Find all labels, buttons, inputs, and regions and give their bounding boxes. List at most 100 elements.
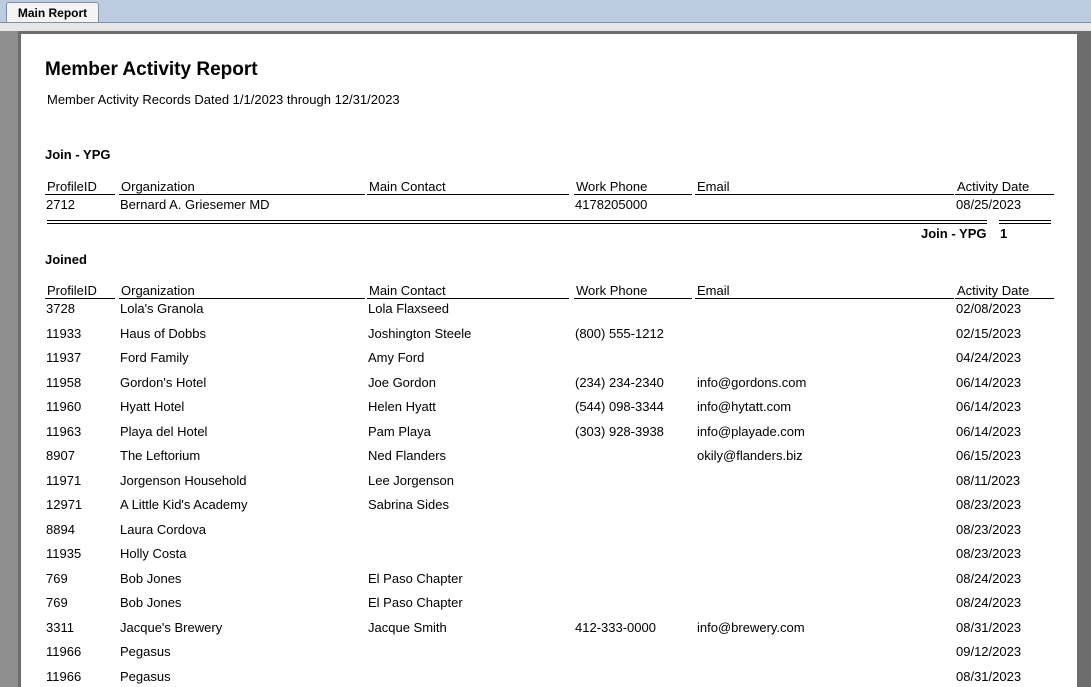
table-row: 12971 A Little Kid's Academy Sabrina Sides…	[21, 497, 1077, 521]
cell-organization: Bob Jones	[120, 595, 182, 610]
cell-profileid: 12971	[46, 497, 83, 512]
table-row: 11937 Ford Family Amy Ford 04/24/2023	[21, 350, 1077, 374]
cell-main-contact: Ned Flanders	[368, 448, 447, 463]
report-subtitle: Member Activity Records Dated 1/1/2023 t…	[47, 92, 400, 107]
report-page: Member Activity Report Member Activity R…	[21, 34, 1077, 687]
col-header-organization: Organization	[119, 283, 365, 299]
cell-email: info@playade.com	[697, 423, 805, 439]
group1-total-count: 1	[1000, 226, 1008, 241]
table-row: 3728 Lola's Granola Lola Flaxseed 02/08/202…	[21, 301, 1077, 325]
col-header-main-contact: Main Contact	[367, 283, 569, 299]
cell-activity-date: 06/14/2023	[956, 399, 1022, 414]
table-row: 8907 The Leftorium Ned Flanders okily@fland…	[21, 448, 1077, 472]
cell-organization: Laura Cordova	[120, 521, 206, 537]
cell-organization: Gordon's Hotel	[120, 374, 207, 390]
table-row: 8894 Laura Cordova 08/23/2023	[21, 522, 1077, 546]
cell-profileid: 3728	[46, 301, 75, 316]
cell-activity-date: 06/14/2023	[956, 374, 1022, 390]
col-header-email: Email	[695, 179, 954, 195]
table-row: 2712 Bernard A. Griesemer MD 4178205000 08/…	[21, 197, 1077, 221]
cell-profileid: 11966	[46, 668, 82, 684]
table-row: 11960 Hyatt Hotel Helen Hyatt (544) 098-334…	[21, 399, 1077, 423]
col-header-activity-date: Activity Date	[955, 283, 1054, 299]
cell-main-contact: El Paso Chapter	[368, 595, 463, 610]
table-row: 11966 Pegasus 08/31/2023	[21, 669, 1077, 687]
col-header-profileid: ProfileID	[45, 283, 115, 299]
cell-profileid: 11933	[46, 325, 82, 341]
cell-main-contact: Lee Jorgenson	[368, 472, 455, 488]
cell-activity-date: 08/23/2023	[956, 546, 1022, 561]
cell-work-phone: (800) 555-1212	[575, 325, 664, 341]
cell-work-phone: 412-333-0000	[575, 619, 656, 635]
table-row: 11963 Playa del Hotel Pam Playa (303) 928-3…	[21, 424, 1077, 448]
tab-bar: Main Report	[0, 0, 1091, 23]
cell-organization: Ford Family	[120, 350, 189, 365]
table-row: 11933 Haus of Dobbs Joshington Steele (800)…	[21, 326, 1077, 350]
col-header-organization: Organization	[119, 179, 365, 195]
toolbar-strip	[0, 23, 1091, 31]
cell-organization: Pegasus	[120, 668, 171, 684]
cell-organization: Jacque's Brewery	[120, 619, 223, 635]
table-row: 11966 Pegasus 09/12/2023	[21, 644, 1077, 668]
cell-activity-date: 08/24/2023	[956, 595, 1022, 610]
cell-activity-date: 02/15/2023	[956, 325, 1022, 341]
cell-profileid: 2712	[46, 197, 75, 212]
cell-profileid: 769	[46, 595, 68, 610]
cell-organization: Hyatt Hotel	[120, 399, 185, 414]
tab-main-report[interactable]: Main Report	[6, 2, 99, 22]
cell-activity-date: 08/24/2023	[956, 570, 1022, 586]
cell-main-contact: Helen Hyatt	[368, 399, 436, 414]
cell-organization: Bob Jones	[120, 570, 182, 586]
table-row: 769 Bob Jones El Paso Chapter 08/24/2023	[21, 595, 1077, 619]
report-title: Member Activity Report	[45, 59, 258, 80]
cell-activity-date: 04/24/2023	[956, 350, 1022, 365]
cell-organization: A Little Kid's Academy	[120, 497, 248, 512]
cell-main-contact: Joshington Steele	[368, 325, 472, 341]
group-heading-join-ypg: Join - YPG	[45, 147, 111, 162]
table-row: 769 Bob Jones El Paso Chapter 08/24/2023	[21, 571, 1077, 595]
cell-work-phone: 4178205000	[575, 197, 648, 212]
cell-work-phone: (303) 928-3938	[575, 423, 664, 439]
cell-main-contact: El Paso Chapter	[368, 570, 463, 586]
group1-count-rule	[999, 220, 1051, 224]
group1-total-label: Join - YPG	[921, 226, 987, 241]
cell-email: info@hytatt.com	[697, 399, 792, 414]
group-heading-joined: Joined	[45, 252, 87, 267]
cell-activity-date: 02/08/2023	[956, 301, 1022, 316]
col-header-email: Email	[695, 283, 954, 299]
col-header-activity-date: Activity Date	[955, 179, 1054, 195]
col-header-work-phone: Work Phone	[574, 283, 692, 299]
cell-profileid: 11960	[46, 399, 82, 414]
cell-profileid: 11935	[46, 546, 82, 561]
cell-email: okily@flanders.biz	[697, 448, 803, 463]
table-row: 3311 Jacque's Brewery Jacque Smith 412-333-…	[21, 620, 1077, 644]
cell-activity-date: 09/12/2023	[956, 644, 1022, 659]
cell-organization: Haus of Dobbs	[120, 325, 206, 341]
cell-work-phone: (544) 098-3344	[575, 399, 664, 414]
cell-profileid: 11971	[46, 472, 82, 488]
cell-main-contact: Amy Ford	[368, 350, 425, 365]
cell-profileid: 8894	[46, 521, 75, 537]
col-header-work-phone: Work Phone	[574, 179, 692, 195]
cell-work-phone: (234) 234-2340	[575, 374, 664, 390]
cell-profileid: 11937	[46, 350, 82, 365]
cell-email: info@gordons.com	[697, 374, 807, 390]
cell-organization: Lola's Granola	[120, 301, 204, 316]
cell-email: info@brewery.com	[697, 619, 805, 635]
cell-main-contact: Joe Gordon	[368, 374, 436, 390]
cell-activity-date: 06/14/2023	[956, 423, 1022, 439]
table-row: 11958 Gordon's Hotel Joe Gordon (234) 234-2…	[21, 375, 1077, 399]
cell-profileid: 3311	[46, 619, 74, 635]
cell-profileid: 8907	[46, 448, 75, 463]
cell-activity-date: 08/23/2023	[956, 497, 1022, 512]
cell-profileid: 769	[46, 570, 68, 586]
cell-main-contact: Pam Playa	[368, 423, 431, 439]
col-header-profileid: ProfileID	[45, 179, 115, 195]
table-row: 11971 Jorgenson Household Lee Jorgenson 08/…	[21, 473, 1077, 497]
cell-activity-date: 06/15/2023	[956, 448, 1022, 463]
cell-profileid: 11963	[46, 423, 82, 439]
cell-organization: The Leftorium	[120, 448, 201, 463]
cell-activity-date: 08/11/2023	[956, 472, 1021, 488]
cell-profileid: 11966	[46, 644, 82, 659]
cell-activity-date: 08/31/2023	[956, 668, 1022, 684]
